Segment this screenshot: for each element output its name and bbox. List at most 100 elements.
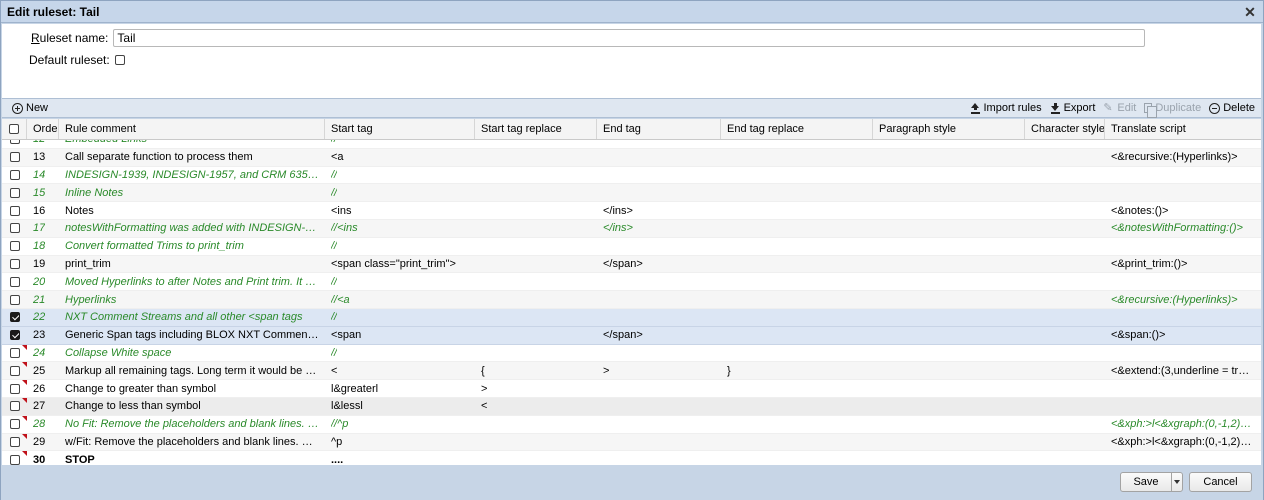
rule-comment-cell[interactable]: Call separate function to process them	[59, 149, 325, 166]
paragraph-style-cell[interactable]	[873, 220, 1025, 237]
end-tag-cell[interactable]	[597, 380, 721, 397]
row-checkbox[interactable]	[9, 169, 20, 180]
duplicate-button[interactable]: Duplicate	[1144, 102, 1201, 118]
end-tag-cell[interactable]	[597, 140, 721, 148]
table-row[interactable]: 14 INDESIGN-1939, INDESIGN-1957, and CRM …	[2, 167, 1261, 185]
start-tag-cell[interactable]: //	[325, 140, 475, 148]
order-cell[interactable]: 17	[27, 220, 59, 237]
col-rule-comment[interactable]: Rule comment	[59, 119, 325, 139]
table-row[interactable]: 22 NXT Comment Streams and all other <spa…	[2, 308, 1261, 327]
table-row[interactable]: 28 No Fit: Remove the placeholders and bl…	[2, 415, 1261, 434]
rule-comment-cell[interactable]: w/Fit: Remove the placeholders and blank…	[59, 434, 325, 451]
order-cell[interactable]: 27	[27, 398, 59, 415]
rule-comment-cell[interactable]: Convert formatted Trims to print_trim	[59, 238, 325, 255]
start-tag-cell[interactable]: //	[325, 167, 475, 184]
row-checkbox[interactable]	[9, 276, 20, 287]
end-tag-replace-cell[interactable]	[721, 380, 873, 397]
row-checkbox[interactable]	[9, 347, 20, 358]
start-tag-replace-cell[interactable]	[475, 167, 597, 184]
paragraph-style-cell[interactable]	[873, 434, 1025, 451]
order-cell[interactable]: 13	[27, 149, 59, 166]
rule-comment-cell[interactable]: Inline Notes	[59, 184, 325, 201]
start-tag-cell[interactable]: //	[325, 238, 475, 255]
new-button[interactable]: New	[12, 102, 48, 114]
paragraph-style-cell[interactable]	[873, 202, 1025, 219]
row-checkbox[interactable]	[9, 241, 20, 252]
table-row[interactable]: 17 notesWithFormatting was added with IND…	[2, 219, 1261, 238]
col-end-tag[interactable]: End tag	[597, 119, 721, 139]
row-checkbox[interactable]	[9, 436, 20, 447]
paragraph-style-cell[interactable]	[873, 345, 1025, 362]
col-start-tag[interactable]: Start tag	[325, 119, 475, 139]
translate-script-cell[interactable]	[1105, 184, 1261, 201]
end-tag-cell[interactable]	[597, 451, 721, 465]
col-translate-script[interactable]: Translate script	[1105, 119, 1261, 139]
end-tag-replace-cell[interactable]	[721, 220, 873, 237]
table-row[interactable]: 23 Generic Span tags including BLOX NXT C…	[2, 326, 1261, 345]
row-checkbox[interactable]	[9, 419, 20, 430]
end-tag-replace-cell[interactable]	[721, 345, 873, 362]
translate-script-cell[interactable]: <&extend:(3,underline = true,un...	[1105, 362, 1261, 379]
import-rules-button[interactable]: Import rules	[970, 102, 1042, 114]
translate-script-cell[interactable]: <&print_trim:()>	[1105, 256, 1261, 273]
character-style-cell[interactable]	[1025, 380, 1105, 397]
end-tag-replace-cell[interactable]	[721, 202, 873, 219]
row-checkbox[interactable]	[9, 365, 20, 376]
col-start-tag-replace[interactable]: Start tag replace	[475, 119, 597, 139]
end-tag-replace-cell[interactable]	[721, 167, 873, 184]
start-tag-cell[interactable]: l&greaterl	[325, 380, 475, 397]
select-all-checkbox[interactable]	[9, 124, 19, 134]
row-checkbox[interactable]	[9, 401, 20, 412]
table-row[interactable]: 21 Hyperlinks //<a <&recursive:(Hyperlinks)…	[2, 291, 1261, 309]
paragraph-style-cell[interactable]	[873, 256, 1025, 273]
character-style-cell[interactable]	[1025, 451, 1105, 465]
save-button[interactable]: Save	[1120, 472, 1172, 492]
start-tag-replace-cell[interactable]	[475, 220, 597, 237]
rule-comment-cell[interactable]: Embedded Links	[59, 140, 325, 148]
start-tag-replace-cell[interactable]	[475, 238, 597, 255]
paragraph-style-cell[interactable]	[873, 167, 1025, 184]
paragraph-style-cell[interactable]	[873, 380, 1025, 397]
end-tag-cell[interactable]	[597, 273, 721, 290]
export-button[interactable]: Export	[1050, 102, 1095, 114]
end-tag-replace-cell[interactable]	[721, 309, 873, 326]
start-tag-cell[interactable]: <a	[325, 149, 475, 166]
translate-script-cell[interactable]	[1105, 451, 1261, 465]
character-style-cell[interactable]	[1025, 416, 1105, 433]
start-tag-cell[interactable]: //	[325, 273, 475, 290]
end-tag-cell[interactable]	[597, 309, 721, 326]
rule-comment-cell[interactable]: Change to less than symbol	[59, 398, 325, 415]
delete-button[interactable]: Delete	[1209, 102, 1255, 114]
character-style-cell[interactable]	[1025, 202, 1105, 219]
start-tag-replace-cell[interactable]: <	[475, 398, 597, 415]
start-tag-replace-cell[interactable]	[475, 434, 597, 451]
col-end-tag-replace[interactable]: End tag replace	[721, 119, 873, 139]
start-tag-cell[interactable]: //<a	[325, 291, 475, 308]
end-tag-cell[interactable]: </span>	[597, 256, 721, 273]
paragraph-style-cell[interactable]	[873, 149, 1025, 166]
table-row[interactable]: 24 Collapse White space //	[2, 344, 1261, 363]
start-tag-replace-cell[interactable]	[475, 256, 597, 273]
order-cell[interactable]: 15	[27, 184, 59, 201]
character-style-cell[interactable]	[1025, 140, 1105, 148]
paragraph-style-cell[interactable]	[873, 327, 1025, 344]
table-row[interactable]: 12 Embedded Links //	[2, 140, 1261, 149]
start-tag-replace-cell[interactable]	[475, 291, 597, 308]
character-style-cell[interactable]	[1025, 184, 1105, 201]
cancel-button[interactable]: Cancel	[1189, 472, 1252, 492]
order-cell[interactable]: 29	[27, 434, 59, 451]
end-tag-cell[interactable]	[597, 345, 721, 362]
character-style-cell[interactable]	[1025, 149, 1105, 166]
table-row[interactable]: 15 Inline Notes //	[2, 184, 1261, 203]
character-style-cell[interactable]	[1025, 238, 1105, 255]
translate-script-cell[interactable]: <&span:()>	[1105, 327, 1261, 344]
start-tag-cell[interactable]: //	[325, 345, 475, 362]
rule-comment-cell[interactable]: Markup all remaining tags. Long term it …	[59, 362, 325, 379]
rule-comment-cell[interactable]: NXT Comment Streams and all other <span …	[59, 309, 325, 326]
table-row[interactable]: 26 Change to greater than symbol l&greater…	[2, 380, 1261, 398]
end-tag-cell[interactable]	[597, 167, 721, 184]
rule-comment-cell[interactable]: Generic Span tags including BLOX NXT Com…	[59, 327, 325, 344]
table-row[interactable]: 20 Moved Hyperlinks to after Notes and Pr…	[2, 273, 1261, 292]
end-tag-replace-cell[interactable]: }	[721, 362, 873, 379]
rule-comment-cell[interactable]: notesWithFormatting was added with INDES…	[59, 220, 325, 237]
